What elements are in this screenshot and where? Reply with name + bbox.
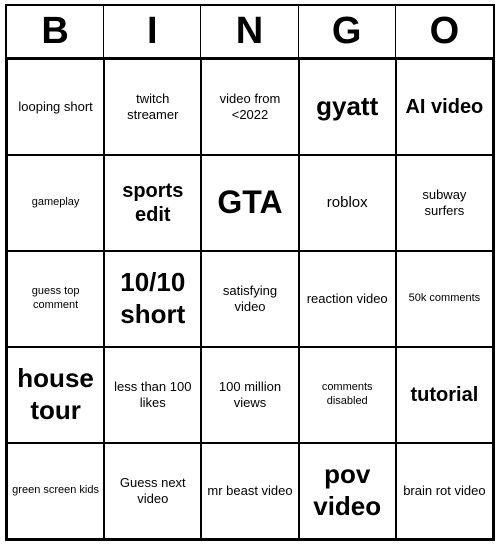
bingo-grid: looping short twitch streamer video from <… [7,59,493,539]
cell-text: tutorial [411,383,479,407]
bingo-card: BINGO looping short twitch streamer video … [5,4,495,541]
bingo-cell: 50k comments [396,251,493,347]
cell-text: sports edit [109,179,196,227]
cell-text: mr beast video [207,483,292,499]
bingo-cell: less than 100 likes [104,347,201,443]
cell-text: satisfying video [206,283,293,314]
bingo-cell: roblox [299,155,396,251]
cell-text: guess top comment [12,285,99,311]
cell-text: 50k comments [409,292,481,305]
cell-text: brain rot video [403,483,485,499]
cell-text: roblox [327,194,368,212]
cell-text: looping short [18,99,92,115]
header-letter: B [7,6,104,57]
bingo-cell: AI video [396,59,493,155]
bingo-cell: 10/10 short [104,251,201,347]
header-letter: O [396,6,493,57]
bingo-cell: GTA [201,155,298,251]
header-letter: N [201,6,298,57]
cell-text: GTA [217,183,282,221]
bingo-cell: looping short [7,59,104,155]
bingo-cell: twitch streamer [104,59,201,155]
bingo-cell: brain rot video [396,443,493,539]
header-letter: I [104,6,201,57]
bingo-cell: subway surfers [396,155,493,251]
cell-text: gyatt [316,91,378,122]
bingo-cell: video from <2022 [201,59,298,155]
cell-text: green screen kids [12,484,99,497]
cell-text: less than 100 likes [109,379,196,410]
cell-text: AI video [405,95,483,119]
header-letter: G [299,6,396,57]
cell-text: gameplay [32,196,80,209]
cell-text: twitch streamer [109,91,196,122]
bingo-cell: gyatt [299,59,396,155]
cell-text: subway surfers [401,187,488,218]
bingo-cell: reaction video [299,251,396,347]
bingo-cell: tutorial [396,347,493,443]
bingo-header: BINGO [7,6,493,59]
bingo-cell: satisfying video [201,251,298,347]
cell-text: 100 million views [206,379,293,410]
bingo-cell: sports edit [104,155,201,251]
cell-text: house tour [12,363,99,425]
bingo-cell: green screen kids [7,443,104,539]
bingo-cell: house tour [7,347,104,443]
cell-text: 10/10 short [109,267,196,329]
cell-text: video from <2022 [206,91,293,122]
cell-text: reaction video [307,291,388,307]
bingo-cell: Guess next video [104,443,201,539]
bingo-cell: guess top comment [7,251,104,347]
bingo-cell: gameplay [7,155,104,251]
cell-text: pov video [304,459,391,521]
bingo-cell: mr beast video [201,443,298,539]
cell-text: comments disabled [304,381,391,407]
bingo-cell: pov video [299,443,396,539]
bingo-cell: comments disabled [299,347,396,443]
bingo-cell: 100 million views [201,347,298,443]
cell-text: Guess next video [109,475,196,506]
